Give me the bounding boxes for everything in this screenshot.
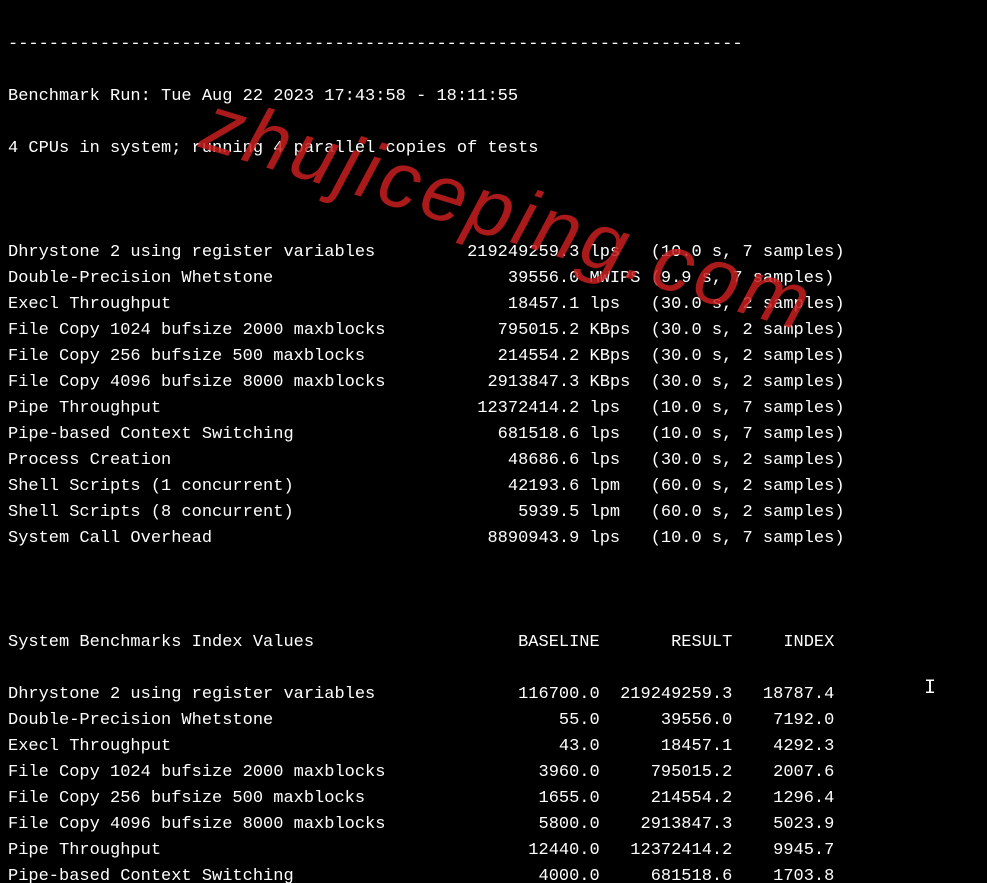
result-row: Dhrystone 2 using register variables 219… [8,240,979,266]
cpu-line: 4 CPUs in system; running 4 parallel cop… [8,136,979,162]
blank-line [8,188,979,214]
blank-line [8,578,979,604]
result-row: Shell Scripts (1 concurrent) 42193.6 lpm… [8,474,979,500]
result-row: Pipe-based Context Switching 681518.6 lp… [8,422,979,448]
result-row: Pipe Throughput 12372414.2 lps (10.0 s, … [8,396,979,422]
index-header: System Benchmarks Index Values BASELINE … [8,630,979,656]
index-row: Pipe-based Context Switching 4000.0 6815… [8,864,979,883]
result-row: Process Creation 48686.6 lps (30.0 s, 2 … [8,448,979,474]
result-row: Execl Throughput 18457.1 lps (30.0 s, 2 … [8,292,979,318]
index-row: Pipe Throughput 12440.0 12372414.2 9945.… [8,838,979,864]
result-row: System Call Overhead 8890943.9 lps (10.0… [8,526,979,552]
index-row: Execl Throughput 43.0 18457.1 4292.3 [8,734,979,760]
result-row: Shell Scripts (8 concurrent) 5939.5 lpm … [8,500,979,526]
result-row: File Copy 4096 bufsize 8000 maxblocks 29… [8,370,979,396]
index-row: File Copy 256 bufsize 500 maxblocks 1655… [8,786,979,812]
index-row: File Copy 4096 bufsize 8000 maxblocks 58… [8,812,979,838]
terminal-output[interactable]: ----------------------------------------… [0,0,987,883]
index-row: File Copy 1024 bufsize 2000 maxblocks 39… [8,760,979,786]
result-row: File Copy 1024 bufsize 2000 maxblocks 79… [8,318,979,344]
result-row: Double-Precision Whetstone 39556.0 MWIPS… [8,266,979,292]
dashes-line: ----------------------------------------… [8,32,979,58]
text-cursor-icon: I [924,676,926,698]
run-line: Benchmark Run: Tue Aug 22 2023 17:43:58 … [8,84,979,110]
result-row: File Copy 256 bufsize 500 maxblocks 2145… [8,344,979,370]
index-row: Dhrystone 2 using register variables 116… [8,682,979,708]
index-row: Double-Precision Whetstone 55.0 39556.0 … [8,708,979,734]
